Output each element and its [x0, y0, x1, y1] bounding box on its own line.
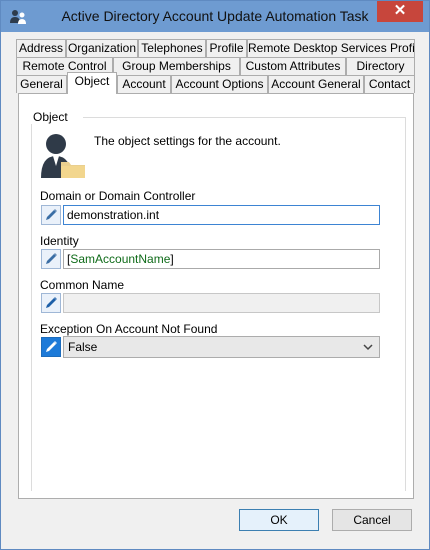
- pencil-icon: [46, 341, 57, 352]
- dialog-window: Active Directory Account Update Automati…: [0, 0, 430, 550]
- cancel-button[interactable]: Cancel: [332, 509, 412, 531]
- common-name-edit-button[interactable]: [41, 293, 61, 313]
- identity-edit-button[interactable]: [41, 249, 61, 269]
- pencil-icon: [46, 297, 57, 308]
- exception-label: Exception On Account Not Found: [40, 322, 218, 336]
- domain-field[interactable]: demonstration.int: [63, 205, 380, 225]
- tab-account-general[interactable]: Account General: [268, 75, 364, 93]
- object-description: The object settings for the account.: [94, 134, 281, 148]
- common-name-field[interactable]: [63, 293, 380, 313]
- title-bar[interactable]: Active Directory Account Update Automati…: [1, 1, 429, 32]
- domain-edit-button[interactable]: [41, 205, 61, 225]
- tab-custom-attributes[interactable]: Custom Attributes: [240, 57, 346, 75]
- chevron-down-icon: [363, 337, 373, 365]
- ok-button[interactable]: OK: [239, 509, 319, 531]
- tab-general[interactable]: General: [16, 75, 67, 93]
- tab-account-options[interactable]: Account Options: [171, 75, 268, 93]
- identity-token: SamAccountName: [70, 252, 171, 266]
- pencil-icon: [46, 209, 57, 220]
- domain-label: Domain or Domain Controller: [40, 189, 196, 203]
- tab-profile[interactable]: Profile: [206, 39, 247, 57]
- user-folder-icon: [39, 132, 87, 180]
- tab-remote-desktop-services-profile[interactable]: Remote Desktop Services Profile: [247, 39, 415, 57]
- tab-group-memberships[interactable]: Group Memberships: [113, 57, 240, 75]
- identity-field[interactable]: [SamAccountName]: [63, 249, 380, 269]
- common-name-label: Common Name: [40, 278, 125, 292]
- close-button[interactable]: ✕: [377, 1, 423, 22]
- tab-organization[interactable]: Organization: [66, 39, 138, 57]
- exception-selected-value: False: [68, 340, 98, 354]
- tab-contact[interactable]: Contact: [364, 75, 415, 93]
- window-title: Active Directory Account Update Automati…: [61, 8, 369, 24]
- exception-select[interactable]: False: [63, 336, 380, 358]
- tab-panel-object: Object The object settings for the accou…: [18, 93, 414, 499]
- identity-close-bracket: ]: [170, 252, 174, 266]
- tab-object[interactable]: Object: [67, 72, 117, 94]
- tab-account[interactable]: Account: [117, 75, 171, 93]
- pencil-icon: [46, 253, 57, 264]
- tab-telephones[interactable]: Telephones: [138, 39, 206, 57]
- tab-directory[interactable]: Directory: [346, 57, 415, 75]
- identity-label: Identity: [40, 234, 79, 248]
- object-groupbox: [31, 117, 406, 491]
- close-icon: ✕: [393, 2, 407, 19]
- tab-address[interactable]: Address: [16, 39, 66, 57]
- group-title: Object: [31, 110, 70, 124]
- exception-edit-button[interactable]: [41, 337, 61, 357]
